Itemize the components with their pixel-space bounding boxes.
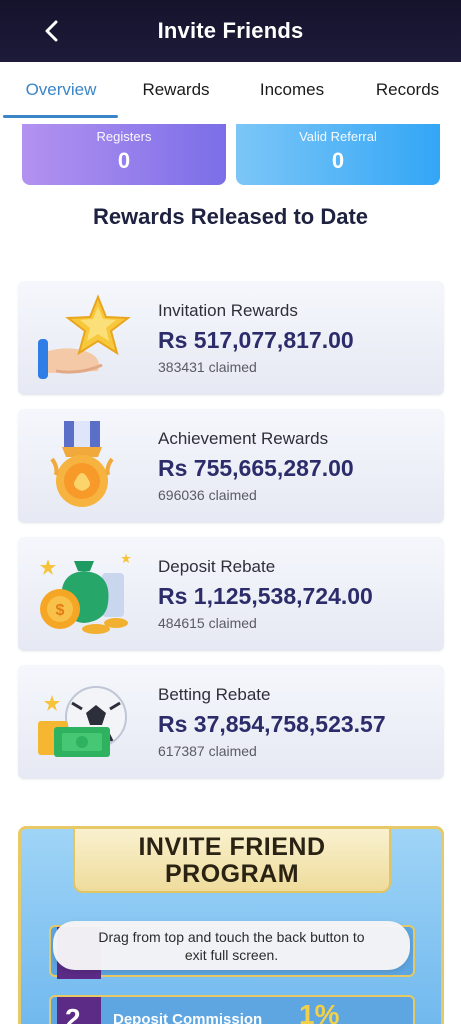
tab-rewards[interactable]: Rewards: [122, 62, 230, 118]
reward-title: Achievement Rewards: [158, 429, 329, 448]
reward-title: Invitation Rewards: [158, 301, 298, 320]
tab-overview[interactable]: Overview: [0, 62, 122, 118]
betting-rebate-card[interactable]: Betting Rebate Rs 37,854,758,523.57 6173…: [18, 665, 444, 779]
tab-incomes[interactable]: Incomes: [230, 62, 354, 118]
chevron-left-icon: [45, 20, 58, 42]
invitation-rewards-card[interactable]: Invitation Rewards Rs 517,077,817.00 383…: [18, 281, 444, 395]
row-label: Deposit Commission: [113, 1011, 263, 1024]
reward-amount: Rs 1,125,538,724.00: [158, 583, 373, 609]
program-banner: INVITE FRIEND PROGRAM: [73, 829, 391, 893]
reward-title: Betting Rebate: [158, 685, 271, 704]
soccer-cash-icon: [32, 675, 142, 769]
banner-line-2: PROGRAM: [164, 860, 300, 888]
valid-referral-value: 0: [331, 148, 345, 173]
row-percent: 1%: [299, 999, 340, 1024]
deposit-rebate-card[interactable]: $ Deposit Rebate Rs 1,125,538,724.00 484…: [18, 537, 444, 651]
star-hand-icon: [32, 291, 142, 385]
banner-line-1: INVITE FRIEND: [138, 833, 326, 861]
reward-amount: Rs 755,665,287.00: [158, 455, 354, 481]
reward-claimed: 696036 claimed: [158, 487, 257, 503]
row-number: 2: [65, 1003, 81, 1024]
reward-title: Deposit Rebate: [158, 557, 276, 576]
registers-card: Registers 0: [22, 124, 226, 185]
toast-line-1: Drag from top and touch the back button …: [98, 929, 365, 945]
active-tab-indicator: [3, 115, 118, 118]
valid-referral-label: Valid Referral: [299, 129, 377, 144]
page-title: Invite Friends: [157, 18, 304, 43]
program-row-2: 2 Deposit Commission 1%: [49, 995, 415, 1024]
valid-referral-card: Valid Referral 0: [236, 124, 440, 185]
section-title: Rewards Released to Date: [92, 204, 369, 229]
registers-value: 0: [117, 148, 131, 173]
svg-text:$: $: [56, 602, 65, 619]
reward-claimed: 617387 claimed: [158, 743, 257, 759]
reward-amount: Rs 37,854,758,523.57: [158, 711, 386, 737]
money-bag-icon: $: [32, 547, 142, 641]
medal-icon: [32, 419, 142, 513]
back-button[interactable]: [40, 18, 64, 44]
fullscreen-toast: Drag from top and touch the back button …: [53, 921, 410, 970]
reward-claimed: 383431 claimed: [158, 359, 257, 375]
registers-label: Registers: [96, 129, 152, 144]
reward-claimed: 484615 claimed: [158, 615, 257, 631]
achievement-rewards-card[interactable]: Achievement Rewards Rs 755,665,287.00 69…: [18, 409, 444, 523]
tab-bar: Overview Rewards Incomes Records: [0, 62, 461, 118]
reward-amount: Rs 517,077,817.00: [158, 327, 354, 353]
toast-line-2: exit full screen.: [184, 947, 279, 963]
tab-records[interactable]: Records: [354, 62, 461, 118]
app-header: Invite Friends: [0, 0, 461, 62]
